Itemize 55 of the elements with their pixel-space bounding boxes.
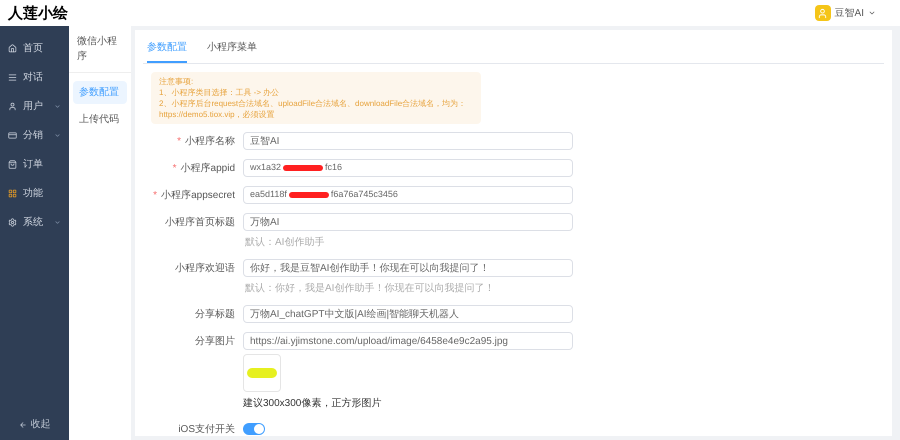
logo-thumbnail: [243, 354, 281, 392]
nav-item[interactable]: 分销: [0, 121, 69, 150]
field-value: f6a76a745c3456: [330, 188, 398, 202]
field-value: ea5d118f: [250, 188, 287, 202]
field-value: fc16: [325, 161, 342, 174]
caret-icon: [868, 9, 876, 17]
input-field[interactable]: 万物AI: [243, 213, 573, 231]
field-label: 小程序首页标题: [165, 216, 235, 230]
toggle-switch[interactable]: [243, 423, 265, 435]
nav-icon: [8, 218, 17, 227]
nav-icon: [8, 160, 17, 169]
nav-item[interactable]: 订单: [0, 150, 69, 179]
hint-text: 默认：AI创作助手: [245, 236, 326, 250]
field-label: 分享图片: [195, 334, 235, 348]
nav-item[interactable]: 系统: [0, 208, 69, 237]
submenu-title: 微信小程序: [69, 26, 131, 73]
input-field[interactable]: wx1a32 fc16: [243, 159, 573, 177]
nav-icon: [8, 73, 17, 82]
nav-icon: [8, 44, 17, 53]
field-value: wx1a32: [250, 161, 282, 174]
arrow-icon: [18, 420, 26, 428]
nav-item[interactable]: 功能: [0, 179, 69, 208]
nav-icon: [8, 102, 17, 111]
logo: 人莲小绘: [8, 2, 68, 24]
hint-text: 默认：你好，我是AI创作助手！你现在可以向我提问了！: [245, 282, 496, 296]
field-label: iOS支付开关: [178, 422, 235, 436]
field-label: 小程序欢迎语: [175, 262, 235, 276]
input-field[interactable]: 豆智AI: [243, 132, 573, 150]
nav-icon: [8, 189, 17, 198]
field-label: 分享标题: [195, 308, 235, 322]
redaction-mark: [288, 192, 329, 198]
notice-text: 1、小程序类目选择：工具 -> 办公: [159, 87, 280, 98]
notice-title: 注意事项:: [159, 76, 194, 87]
nav-icon: [8, 131, 17, 140]
redaction-mark: [283, 165, 324, 171]
input-field[interactable]: ea5d118f f6a76a745c3456: [243, 186, 573, 204]
asterisk-label: *: [153, 188, 158, 202]
field-label: 小程序appsecret: [161, 188, 235, 202]
hint-text: 建议300x300像素，正方形图片: [243, 396, 382, 411]
asterisk-label: *: [172, 162, 177, 176]
field-label: 小程序名称: [185, 134, 235, 148]
notice-text: 2、小程序后台request合法域名、uploadFile合法域名、downloadFile合法域名，均为：https://demo5.tiox.vip，必须设置: [159, 98, 468, 120]
tab[interactable]: 小程序菜单: [207, 34, 257, 63]
asterisk-label: *: [177, 134, 181, 148]
input-field[interactable]: 你好，我是豆智AI创作助手！你现在可以向我提问了！: [243, 259, 573, 277]
field-label: 小程序appid: [180, 162, 235, 176]
input-field[interactable]: https://ai.yjimstone.com/upload/image/6458e4e9c2a95.jpg: [243, 332, 573, 350]
nav-item[interactable]: 用户: [0, 92, 69, 121]
nav-item[interactable]: 对话: [0, 63, 69, 92]
collapse-button[interactable]: 收起: [0, 417, 69, 432]
nav-item[interactable]: 首页: [0, 34, 69, 63]
input-field[interactable]: 万物AI_chatGPT中文版|AI绘画|智能聊天机器人: [243, 305, 573, 323]
avatar-icon: [814, 5, 831, 21]
submenu-item[interactable]: 上传代码: [73, 108, 127, 131]
user-menu[interactable]: 豆智AI: [814, 5, 876, 21]
